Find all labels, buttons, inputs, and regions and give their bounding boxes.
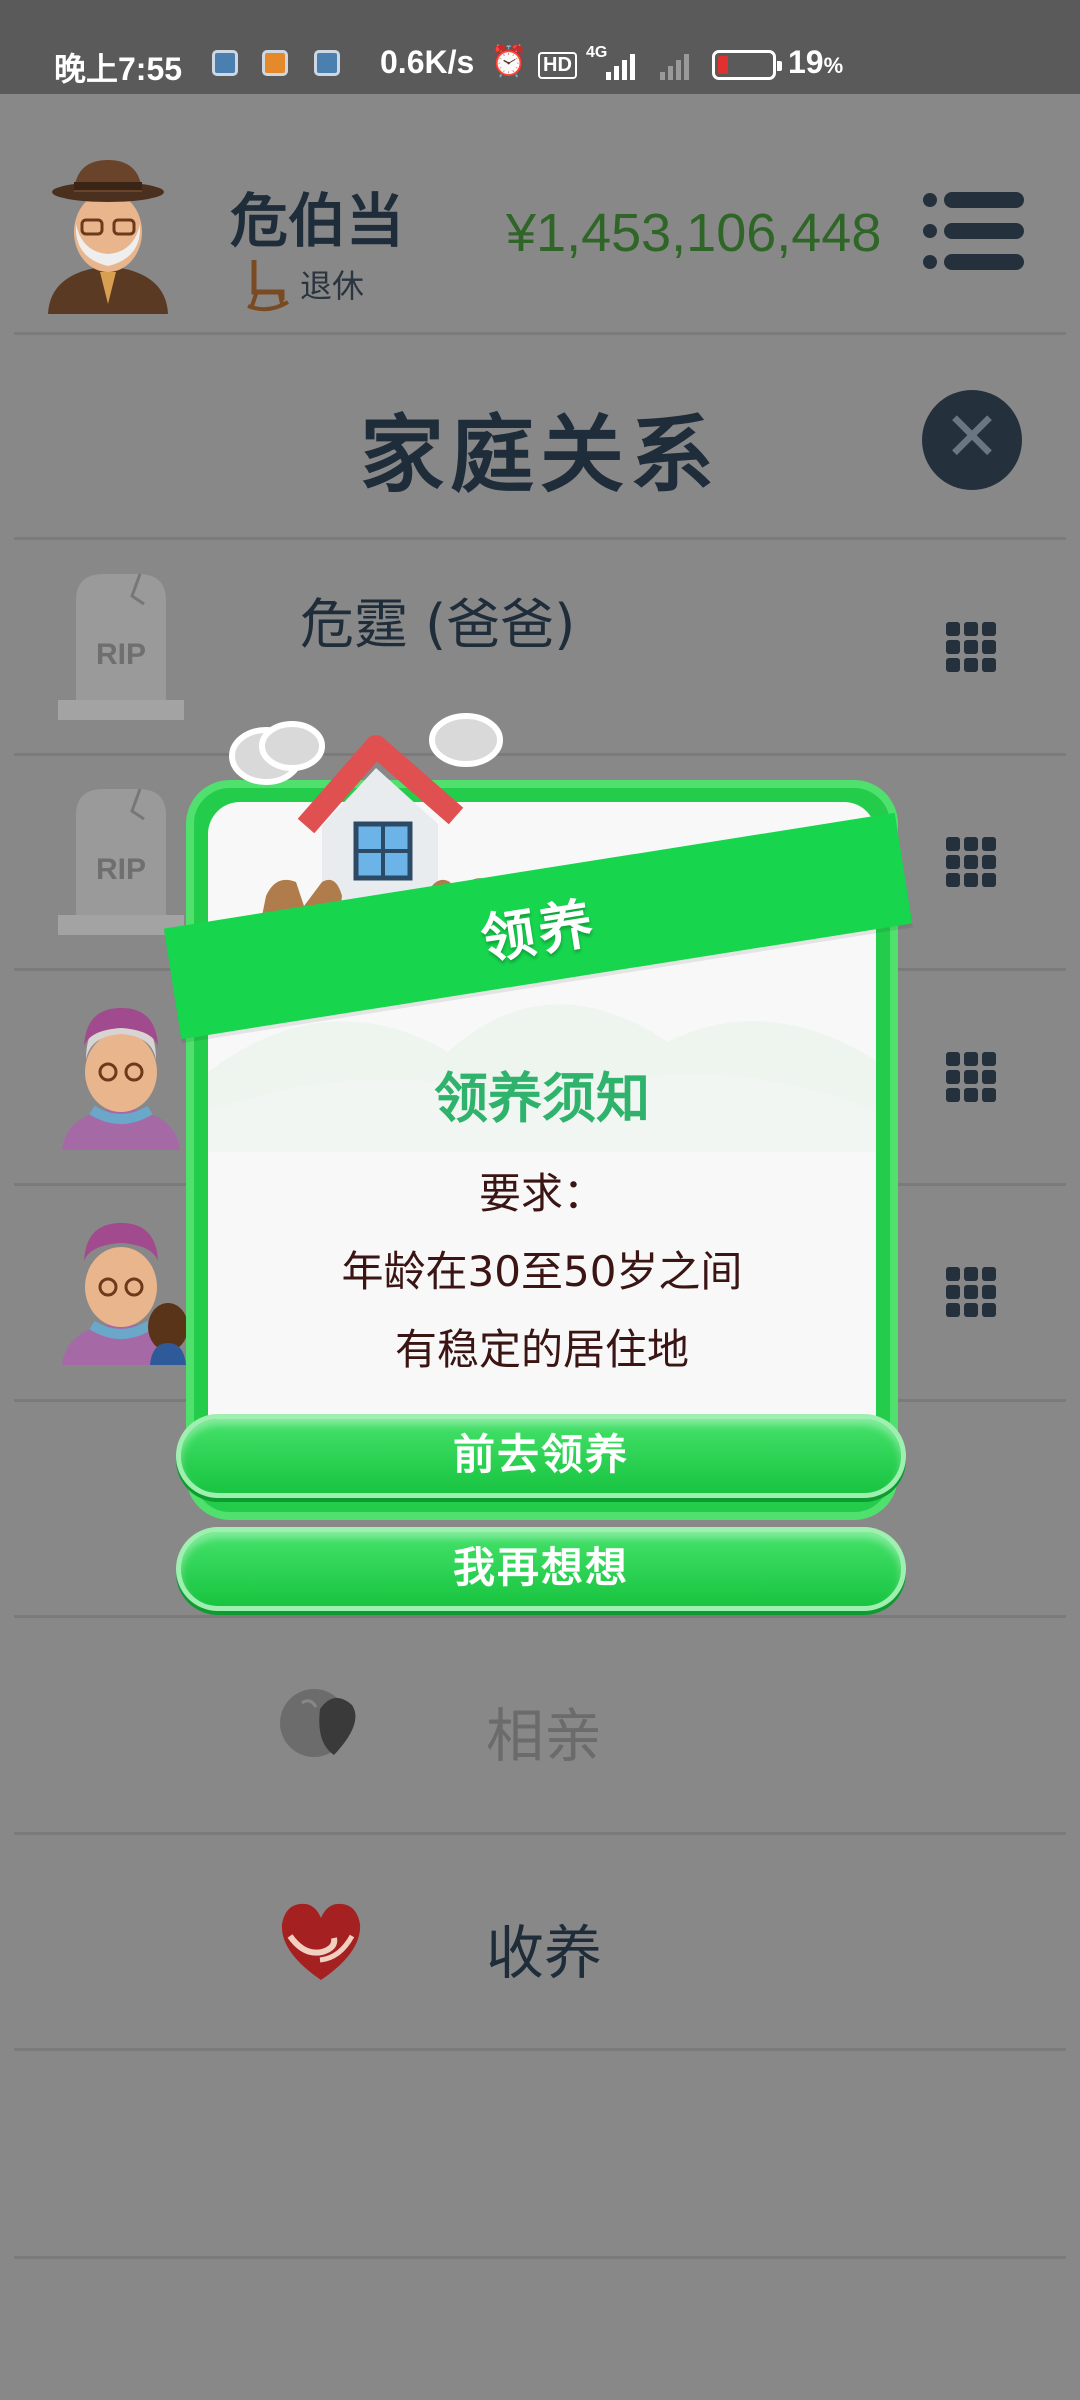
ribbon-title: 领养 xyxy=(476,890,601,972)
app-notification-icon xyxy=(314,50,340,76)
divider xyxy=(14,332,1066,335)
adopt-label: 收养 xyxy=(486,1919,603,1987)
blind-date-label: 相亲 xyxy=(486,1702,603,1770)
rip-label: RIP xyxy=(96,638,146,671)
hd-icon: HD xyxy=(538,52,577,79)
player-avatar[interactable] xyxy=(38,154,178,314)
battery-percent: 19% xyxy=(788,44,844,80)
divider xyxy=(14,2048,1066,2051)
app-notification-icon xyxy=(262,50,288,76)
battery-level xyxy=(718,56,728,74)
tombstone-icon: RIP xyxy=(58,788,184,935)
blind-date-row[interactable]: 相亲 xyxy=(0,1617,1080,1832)
relative-row[interactable]: RIP 危霆 (爸爸) xyxy=(0,540,1080,755)
notice-line: 要求： xyxy=(478,1169,605,1218)
options-grid-icon[interactable] xyxy=(946,837,996,887)
relative-name: 危霆 (爸爸) xyxy=(300,593,576,656)
notice-line: 有稳定的居住地 xyxy=(394,1325,689,1374)
go-adopt-button[interactable]: 前去领养 xyxy=(176,1414,906,1498)
player-header: 危伯当 退休 ¥1,453,106,448 xyxy=(0,94,1080,334)
alarm-icon: ⏰ xyxy=(490,45,528,78)
network-type-icon: 4G xyxy=(586,44,608,61)
network-speed: 0.6K/s xyxy=(380,44,475,80)
grandma-with-child-avatar xyxy=(62,1223,186,1365)
divider xyxy=(14,2256,1066,2259)
signal-bars-icon xyxy=(606,54,689,80)
status-bar: 晚上7:55 0.6K/s ⏰ HD 4G 19% xyxy=(0,0,1080,94)
money-balance: ¥1,453,106,448 xyxy=(506,203,882,263)
tombstone-icon: RIP xyxy=(58,573,184,720)
notice-title: 领养须知 xyxy=(434,1067,650,1130)
adopt-row[interactable]: 收养 xyxy=(0,1834,1080,2049)
options-grid-icon[interactable] xyxy=(946,622,996,672)
player-status: 退休 xyxy=(246,256,364,312)
think-again-button[interactable]: 我再想想 xyxy=(176,1527,906,1611)
hands-heart-icon xyxy=(281,1903,361,1980)
close-button[interactable]: ✕ xyxy=(922,390,1022,490)
battery-icon xyxy=(712,50,782,80)
player-status-label: 退休 xyxy=(300,267,365,305)
rocking-chair-icon xyxy=(247,260,290,312)
rip-label: RIP xyxy=(96,853,146,886)
status-time: 晚上7:55 xyxy=(54,51,183,87)
notice-line: 年龄在30至50岁之间 xyxy=(341,1247,743,1296)
close-icon: ✕ xyxy=(943,398,1001,477)
options-grid-icon[interactable] xyxy=(946,1267,996,1317)
options-grid-icon[interactable] xyxy=(946,1052,996,1102)
menu-icon[interactable] xyxy=(922,192,1024,270)
hearts-icon xyxy=(280,1689,356,1757)
player-name: 危伯当 xyxy=(230,187,405,255)
app-notification-icon xyxy=(212,50,238,76)
page-title: 家庭关系 xyxy=(359,406,720,504)
grandma-avatar xyxy=(62,1008,180,1150)
